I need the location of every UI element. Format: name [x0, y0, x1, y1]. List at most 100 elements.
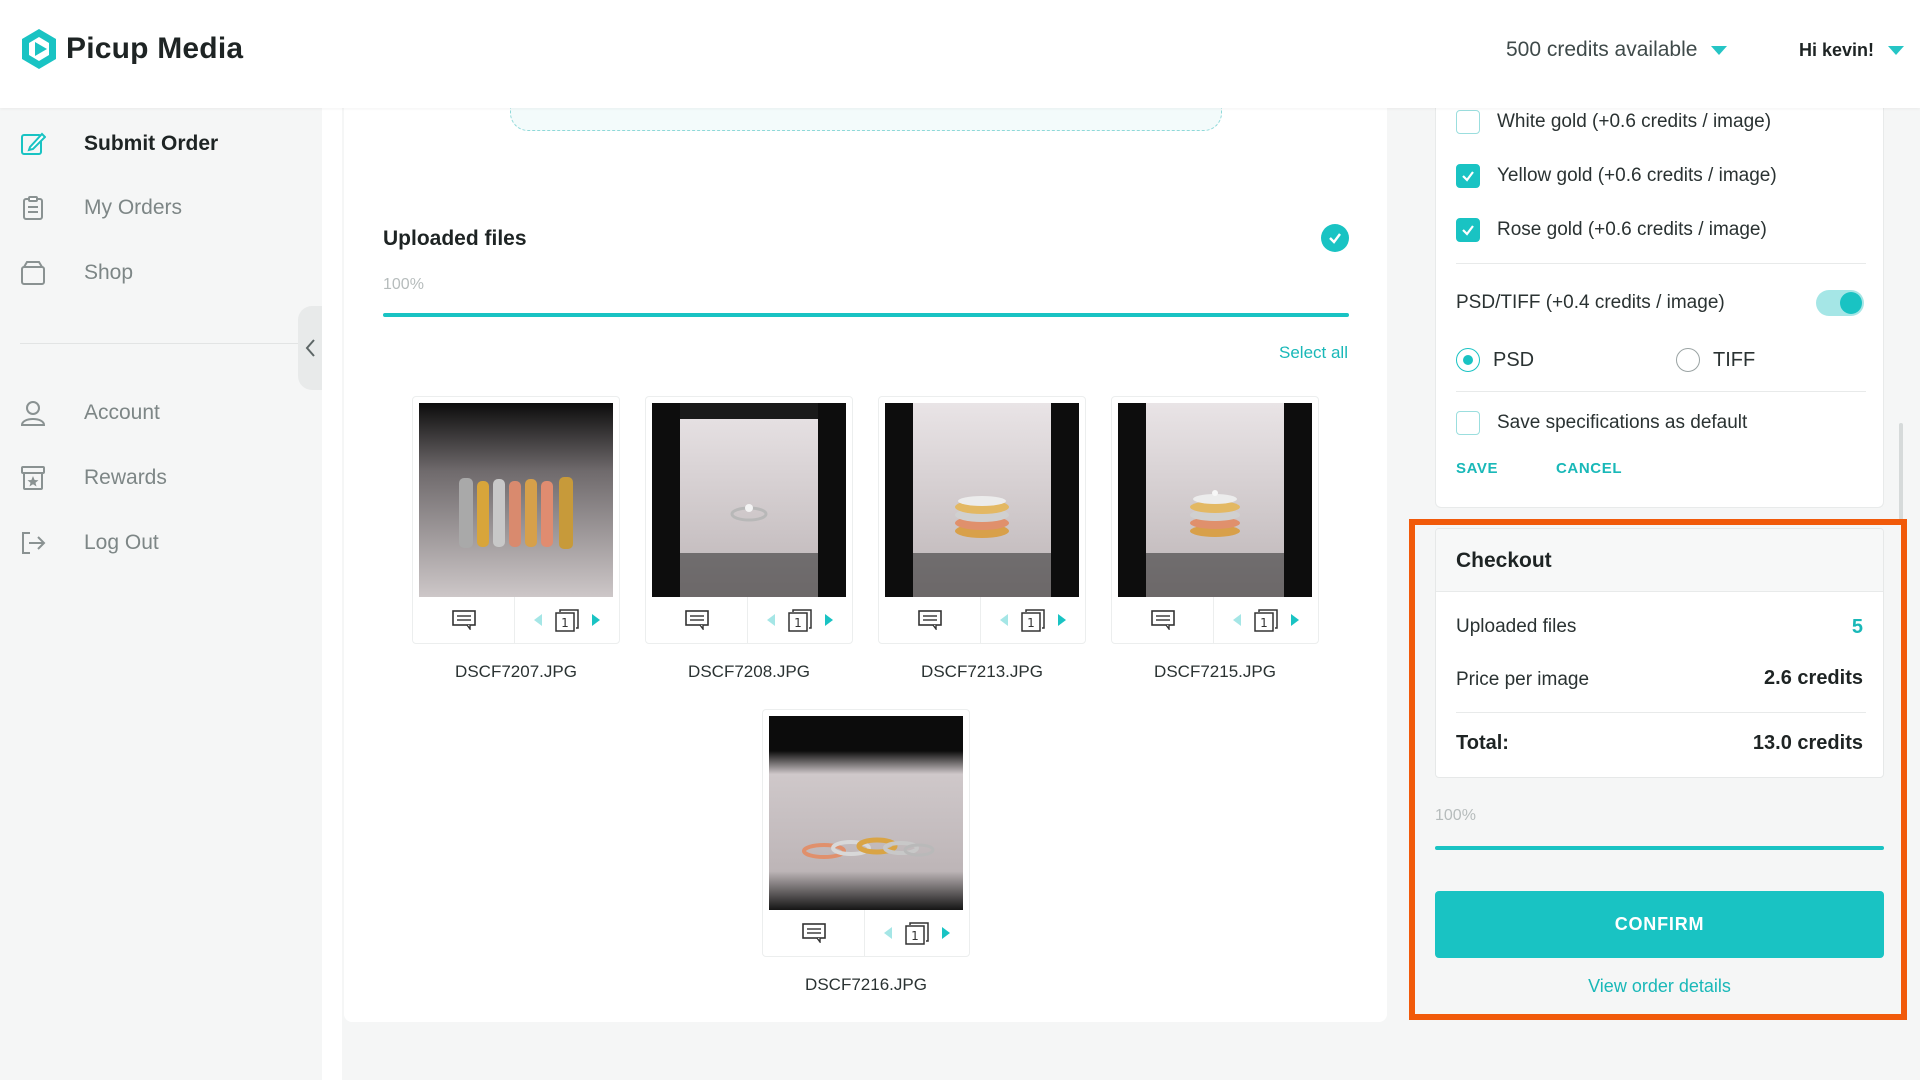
- check-icon: [1321, 224, 1349, 252]
- psd-tiff-toggle[interactable]: [1816, 290, 1864, 316]
- sidebar-item-shop[interactable]: Shop: [0, 247, 322, 299]
- prev-arrow-icon[interactable]: [1000, 614, 1008, 626]
- sidebar: Submit Order My Orders Shop Account Rewa: [0, 108, 322, 1080]
- file-thumbnail-frame: 1: [878, 396, 1086, 644]
- credits-label: 500 credits available: [1506, 38, 1698, 61]
- comment-button[interactable]: [1112, 597, 1214, 643]
- file-name: DSCF7207.JPG: [455, 662, 577, 681]
- sidebar-item-account[interactable]: Account: [0, 387, 322, 439]
- radio-label: PSD: [1493, 348, 1535, 371]
- next-arrow-icon[interactable]: [1058, 614, 1066, 626]
- upload-panel: Uploaded files 100% Select all 1 DSCF720…: [344, 98, 1387, 1022]
- option-yellow-gold[interactable]: Yellow gold (+0.6 credits / image): [1456, 164, 1777, 188]
- toggle-knob: [1840, 292, 1862, 314]
- check-icon: [1462, 171, 1474, 182]
- comment-icon: [917, 610, 942, 630]
- checkout-highlight-box: [1409, 519, 1907, 1020]
- comment-icon: [684, 610, 709, 630]
- checkbox-yellow-gold[interactable]: [1456, 164, 1480, 188]
- file-card[interactable]: 1 DSCF7215.JPG: [1111, 396, 1319, 682]
- file-card[interactable]: 1 DSCF7216.JPG: [762, 709, 970, 995]
- file-card[interactable]: 1 DSCF7213.JPG: [878, 396, 1086, 682]
- ring-photo[interactable]: [652, 403, 846, 597]
- uploaded-files-title: Uploaded files: [383, 227, 527, 250]
- sidebar-item-rewards[interactable]: Rewards: [0, 452, 322, 504]
- user-icon: [20, 401, 46, 426]
- save-button[interactable]: SAVE: [1456, 460, 1498, 477]
- file-name: DSCF7208.JPG: [688, 662, 810, 681]
- logout-icon: [22, 532, 46, 554]
- format-tiff[interactable]: TIFF: [1676, 348, 1755, 372]
- comment-button[interactable]: [763, 910, 865, 956]
- format-psd[interactable]: PSD: [1456, 348, 1534, 372]
- file-toolbar: 1: [413, 597, 619, 643]
- radio-tiff[interactable]: [1676, 348, 1700, 372]
- sidebar-item-log-out[interactable]: Log Out: [0, 517, 322, 569]
- cancel-button[interactable]: CANCEL: [1556, 460, 1622, 477]
- prev-arrow-icon[interactable]: [1233, 614, 1241, 626]
- chevron-left-icon: [305, 339, 315, 357]
- next-arrow-icon[interactable]: [592, 614, 600, 626]
- picup-logo-icon: [22, 29, 56, 69]
- comment-button[interactable]: [879, 597, 981, 643]
- user-greeting: Hi kevin!: [1799, 40, 1875, 60]
- option-rose-gold[interactable]: Rose gold (+0.6 credits / image): [1456, 218, 1767, 242]
- sidebar-item-my-orders[interactable]: My Orders: [0, 182, 322, 234]
- chevron-down-icon: [1711, 45, 1728, 55]
- option-white-gold[interactable]: White gold (+0.6 credits / image): [1456, 110, 1771, 134]
- file-toolbar: 1: [1112, 597, 1318, 643]
- comment-icon: [451, 610, 476, 630]
- save-as-default[interactable]: Save specifications as default: [1456, 411, 1747, 435]
- select-all-link[interactable]: Select all: [1279, 343, 1348, 363]
- comment-button[interactable]: [646, 597, 748, 643]
- sidebar-item-label: Shop: [84, 261, 134, 284]
- file-card[interactable]: 1 DSCF7208.JPG: [645, 396, 853, 682]
- prev-arrow-icon[interactable]: [534, 614, 542, 626]
- checkbox-rose-gold[interactable]: [1456, 218, 1480, 242]
- chevron-down-icon: [1888, 46, 1905, 55]
- scrollbar[interactable]: [1899, 423, 1903, 523]
- sidebar-item-submit-order[interactable]: Submit Order: [0, 118, 322, 170]
- option-label: White gold (+0.6 credits / image): [1497, 111, 1772, 132]
- page-number: 1: [794, 616, 802, 630]
- sidebar-item-label: Log Out: [84, 531, 159, 554]
- file-thumbnail-frame: 1: [412, 396, 620, 644]
- copies-icon: 1: [555, 609, 579, 632]
- file-name: DSCF7215.JPG: [1154, 662, 1276, 681]
- ring-photo[interactable]: [1118, 403, 1312, 597]
- image-pager: 1: [1214, 597, 1318, 643]
- sidebar-item-label: Submit Order: [84, 132, 219, 155]
- radio-psd[interactable]: [1456, 348, 1480, 372]
- next-arrow-icon[interactable]: [1291, 614, 1299, 626]
- prev-arrow-icon[interactable]: [884, 927, 892, 939]
- comment-icon: [1150, 610, 1175, 630]
- file-thumbnail-frame: 1: [762, 709, 970, 957]
- next-arrow-icon[interactable]: [942, 927, 950, 939]
- checkbox-save-default[interactable]: [1456, 411, 1480, 435]
- upload-progress-label: 100%: [383, 276, 424, 293]
- option-label: Rose gold (+0.6 credits / image): [1497, 219, 1767, 240]
- logo[interactable]: Picup Media: [20, 27, 243, 71]
- file-toolbar: 1: [763, 910, 969, 956]
- prev-arrow-icon[interactable]: [767, 614, 775, 626]
- file-toolbar: 1: [646, 597, 852, 643]
- collapse-sidebar-button[interactable]: [298, 306, 322, 390]
- page-number: 1: [561, 616, 569, 630]
- ring-photo[interactable]: [769, 716, 963, 910]
- image-pager: 1: [515, 597, 619, 643]
- sidebar-item-label: My Orders: [84, 196, 183, 219]
- ring-photo[interactable]: [419, 403, 613, 597]
- comment-button[interactable]: [413, 597, 515, 643]
- next-arrow-icon[interactable]: [825, 614, 833, 626]
- checkbox-white-gold[interactable]: [1456, 110, 1480, 134]
- copies-icon: 1: [1254, 609, 1278, 632]
- comment-icon: [801, 923, 826, 943]
- credits-dropdown[interactable]: 500 credits available: [1506, 38, 1728, 62]
- file-card[interactable]: 1 DSCF7207.JPG: [412, 396, 620, 682]
- user-menu[interactable]: Hi kevin!: [1799, 40, 1905, 61]
- content-gutter: [322, 108, 342, 1080]
- file-toolbar: 1: [879, 597, 1085, 643]
- ring-photo[interactable]: [885, 403, 1079, 597]
- app-name: Picup Media: [66, 32, 244, 65]
- sidebar-item-label: Rewards: [84, 466, 167, 489]
